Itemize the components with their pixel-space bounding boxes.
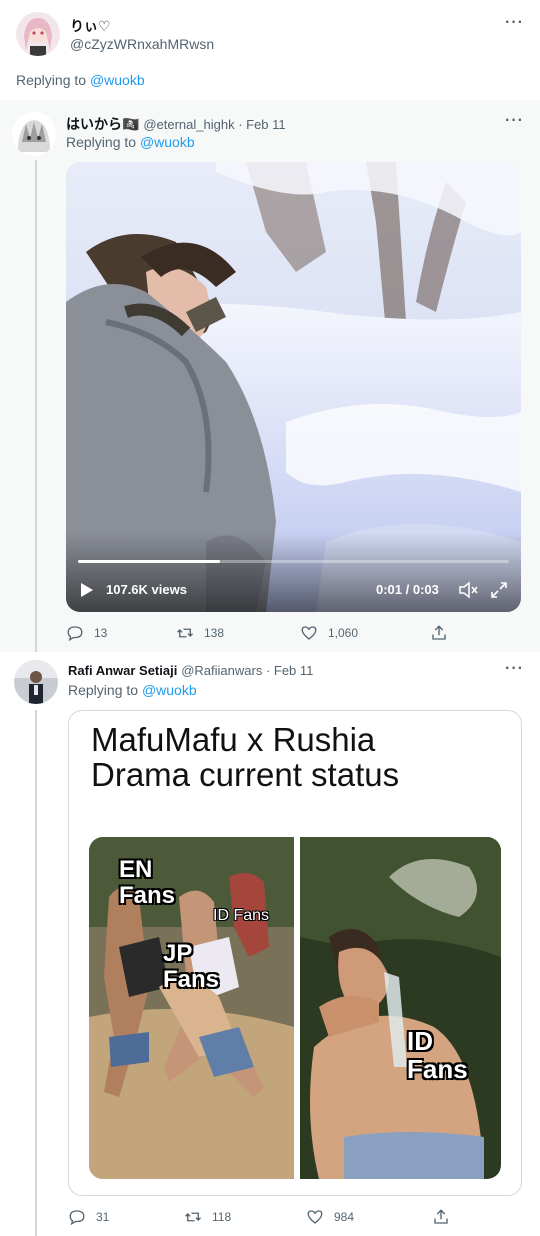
meme-photo: EN Fans ID Fans JP Fans ID Fans [89,837,501,1179]
thread-line [35,160,37,652]
meme-title-line-1: MafuMafu x Rushia [91,721,376,758]
user-handle[interactable]: @cZyzWRnxahMRwsn [70,36,214,52]
reply-icon [69,1210,85,1226]
video-frame [66,162,521,612]
action-bar: 31 118 984 [66,1208,466,1228]
meme-title-line-2: Drama current status [91,756,400,793]
meme-image[interactable]: MafuMafu x Rushia Drama current status E… [68,710,522,1196]
fullscreen-icon[interactable] [490,581,508,604]
display-name[interactable]: りぃ♡ [70,16,111,36]
video-time: 0:01 / 0:03 [376,582,439,597]
main-tweet: りぃ♡ @cZyzWRnxahMRwsn ··· Replying to @wu… [0,0,540,100]
like-count: 984 [334,1210,355,1224]
display-name-text: Rafi Anwar Setiaji [68,663,178,678]
retweet-count: 118 [212,1210,232,1224]
action-bar: 13 138 1,060 [66,624,466,644]
mention-link[interactable]: @wuokb [90,72,145,88]
more-icon[interactable]: ··· [505,14,524,32]
video-progress-track[interactable] [78,560,509,563]
share-icon [434,1209,448,1224]
video-player[interactable]: 107.6K views 0:01 / 0:03 [66,162,521,612]
heart-icon [307,1210,323,1224]
retweet-icon [177,628,193,638]
share-button[interactable] [432,1208,450,1226]
replying-prefix: Replying to [66,134,140,150]
share-icon [432,625,446,640]
replying-to: Replying to @wuokb [68,682,197,698]
retweet-button[interactable]: 138 [176,624,224,642]
reply-tweet-1: はいから🏴‍☠️ @eternal_highk · Feb 11 ··· Rep… [0,100,540,652]
views-count: 107.6K views [106,582,187,597]
reply-count: 31 [96,1210,110,1224]
avatar[interactable] [14,660,58,704]
reply-icon [67,626,83,642]
retweet-button[interactable]: 118 [184,1208,231,1226]
meme-label-id-fans-small: ID Fans [213,907,270,924]
retweet-count: 138 [204,626,225,640]
more-icon[interactable]: ··· [505,660,524,678]
like-button[interactable]: 984 [306,1208,354,1226]
reply-button[interactable]: 13 [66,624,107,642]
replying-to: Replying to @wuokb [66,134,195,150]
heart-icon [301,626,317,640]
display-name-text: はいから🏴‍☠️ [66,116,140,132]
like-button[interactable]: 1,060 [300,624,358,642]
mention-link[interactable]: @wuokb [140,134,195,150]
replying-prefix: Replying to [16,72,90,88]
handle-date: @eternal_highk · Feb 11 [143,117,286,132]
mention-link[interactable]: @wuokb [142,682,197,698]
like-count: 1,060 [328,626,359,640]
author-line[interactable]: Rafi Anwar Setiaji @Rafiianwars · Feb 11 [68,662,313,678]
thread-line [35,710,37,1236]
avatar[interactable] [16,12,60,56]
handle-text: @cZyzWRnxahMRwsn [70,36,215,52]
mute-icon[interactable] [458,581,478,604]
author-line[interactable]: はいから🏴‍☠️ @eternal_highk · Feb 11 [66,114,286,134]
retweet-icon [185,1212,201,1222]
reply-tweet-2: Rafi Anwar Setiaji @Rafiianwars · Feb 11… [0,652,540,1236]
video-progress-fill [78,560,221,563]
replying-prefix: Replying to [68,682,142,698]
more-icon[interactable]: ··· [505,112,524,130]
play-icon[interactable] [80,582,94,603]
meme-label-jp-fans: JP Fans [163,940,220,993]
share-button[interactable] [430,624,448,642]
reply-button[interactable]: 31 [68,1208,109,1226]
reply-count: 13 [94,626,108,640]
meme-label-id-fans-big: ID Fans [407,1026,468,1084]
meme-label-en-fans: EN Fans [119,856,176,909]
replying-to: Replying to @wuokb [16,72,145,88]
avatar[interactable] [12,112,56,156]
handle-date: @Rafiianwars · Feb 11 [181,663,314,678]
display-name-text: りぃ♡ [70,18,111,34]
